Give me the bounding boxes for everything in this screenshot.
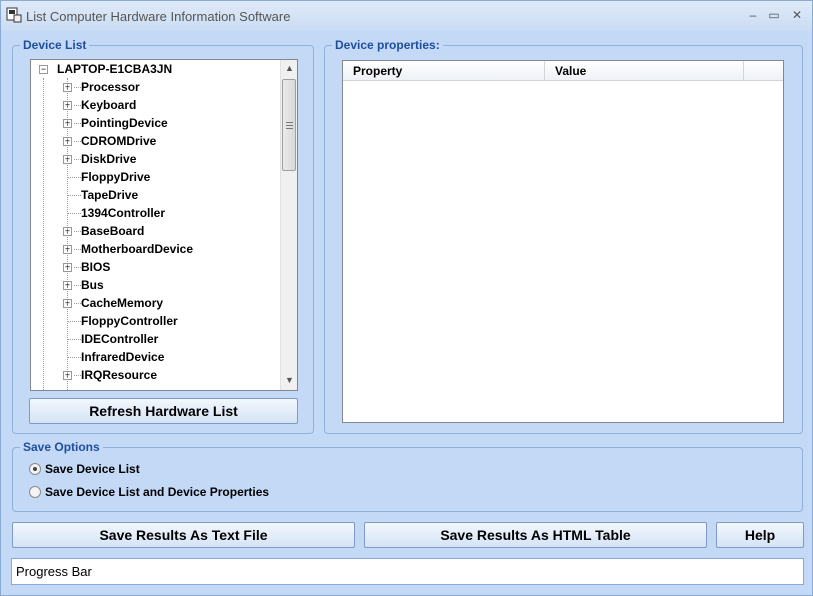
- main-window: List Computer Hardware Information Softw…: [0, 0, 813, 596]
- progress-bar: Progress Bar: [11, 558, 804, 585]
- save-text-file-button[interactable]: Save Results As Text File: [12, 522, 355, 548]
- scroll-down-arrow-icon[interactable]: ▼: [281, 372, 297, 389]
- tree-scrollbar[interactable]: ▲ ▼: [280, 60, 297, 390]
- tree-item[interactable]: BIOS: [81, 258, 110, 276]
- save-options-legend: Save Options: [20, 440, 103, 454]
- tree-item[interactable]: Keyboard: [81, 96, 136, 114]
- device-list-legend: Device List: [20, 38, 90, 52]
- tree-connector-line: [74, 231, 81, 232]
- device-properties-legend: Device properties:: [332, 38, 443, 52]
- tree-item[interactable]: PointingDevice: [81, 114, 168, 132]
- tree-connector-line: [67, 78, 68, 390]
- tree-item[interactable]: Bus: [81, 276, 104, 294]
- tree-connector-line: [74, 285, 81, 286]
- tree-item[interactable]: IRQResource: [81, 366, 157, 384]
- tree-item[interactable]: 1394Controller: [81, 204, 165, 222]
- maximize-button[interactable]: ▭: [765, 7, 783, 23]
- scroll-grip-icon: [286, 122, 293, 129]
- tree-item[interactable]: BaseBoard: [81, 222, 144, 240]
- tree-item[interactable]: MotherboardDevice: [81, 240, 193, 258]
- save-device-list-radio[interactable]: [29, 463, 41, 475]
- close-button[interactable]: ✕: [788, 7, 806, 23]
- tree-connector-line: [74, 159, 81, 160]
- tree-connector-line: [74, 123, 81, 124]
- tree-connector-line: [74, 249, 81, 250]
- properties-table-header: Property Value: [343, 61, 783, 81]
- tree-connector-line: [68, 213, 81, 214]
- app-icon: [6, 7, 22, 23]
- save-html-table-button[interactable]: Save Results As HTML Table: [364, 522, 707, 548]
- tree-connector-line: [74, 303, 81, 304]
- tree-connector-line: [68, 357, 81, 358]
- refresh-hardware-list-button[interactable]: Refresh Hardware List: [29, 398, 298, 424]
- tree-item[interactable]: FloppyController: [81, 312, 178, 330]
- save-list-and-properties-radio[interactable]: [29, 486, 41, 498]
- tree-item[interactable]: CacheMemory: [81, 294, 163, 312]
- tree-item[interactable]: CDROMDrive: [81, 132, 156, 150]
- minimize-button[interactable]: –: [744, 7, 762, 23]
- save-options-group: Save Options: [12, 440, 803, 512]
- tree-root[interactable]: LAPTOP-E1CBA3JN: [57, 60, 172, 78]
- tree-connector-line: [74, 267, 81, 268]
- tree-connector-line: [74, 141, 81, 142]
- save-device-list-label[interactable]: Save Device List: [45, 462, 140, 476]
- tree-connector-line: [68, 177, 81, 178]
- help-button[interactable]: Help: [716, 522, 804, 548]
- tree-item[interactable]: IDEController: [81, 330, 158, 348]
- tree-connector-line: [68, 339, 81, 340]
- save-list-and-properties-label[interactable]: Save Device List and Device Properties: [45, 485, 269, 499]
- tree-item[interactable]: Processor: [81, 78, 140, 96]
- scroll-thumb[interactable]: [282, 79, 296, 171]
- column-header-property[interactable]: Property: [343, 61, 545, 81]
- tree-connector-line: [74, 375, 81, 376]
- tree-connector-line: [68, 195, 81, 196]
- window-title: List Computer Hardware Information Softw…: [26, 9, 291, 24]
- tree-connector-line: [43, 78, 44, 390]
- tree-connector-line: [74, 87, 81, 88]
- collapse-icon[interactable]: −: [39, 65, 48, 74]
- tree-item[interactable]: InfraredDevice: [81, 348, 164, 366]
- tree-connector-line: [74, 105, 81, 106]
- device-tree[interactable]: − LAPTOP-E1CBA3JN + Processor + Keyboard + Po…: [30, 59, 298, 391]
- tree-item[interactable]: DiskDrive: [81, 150, 136, 168]
- title-bar[interactable]: List Computer Hardware Information Softw…: [1, 1, 812, 31]
- properties-table[interactable]: Property Value: [342, 60, 784, 423]
- column-header-value[interactable]: Value: [545, 61, 744, 81]
- tree-item[interactable]: TapeDrive: [81, 186, 138, 204]
- scroll-up-arrow-icon[interactable]: ▲: [281, 60, 297, 77]
- tree-connector-line: [68, 321, 81, 322]
- tree-item[interactable]: FloppyDrive: [81, 168, 150, 186]
